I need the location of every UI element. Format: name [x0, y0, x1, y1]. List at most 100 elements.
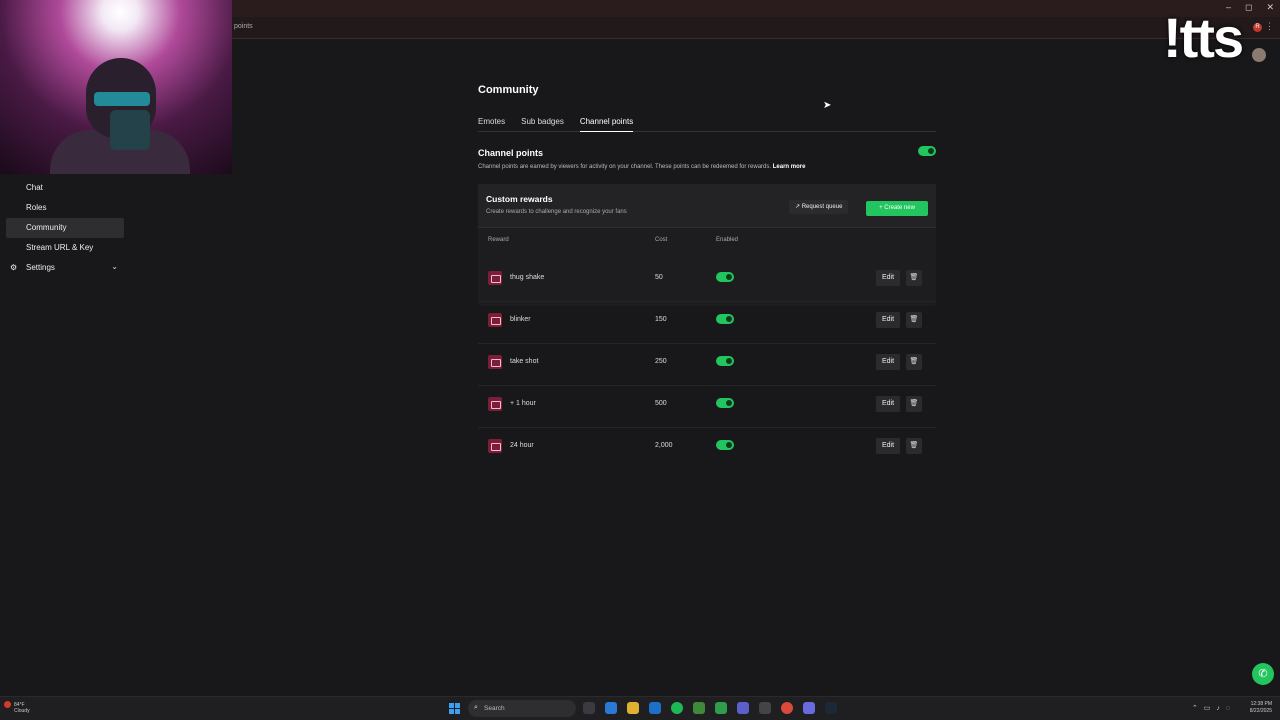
sidebar-item-label: Stream URL & Key [26, 243, 94, 252]
file-explorer-icon[interactable] [627, 702, 639, 714]
browser-menu-icon[interactable]: ⋮ [1265, 21, 1274, 32]
obs-icon[interactable] [759, 702, 771, 714]
reward-icon [488, 439, 502, 453]
reward-enabled-toggle[interactable] [716, 440, 734, 450]
reward-cost: 250 [655, 358, 667, 365]
close-window-button[interactable]: ✕ [1266, 2, 1274, 13]
reward-cost: 2,000 [655, 442, 673, 449]
sidebar-item-chat[interactable]: Chat [6, 178, 124, 198]
tab-emotes[interactable]: Emotes [478, 116, 505, 132]
reward-name: blinker [510, 316, 531, 323]
channel-points-description-text: Channel points are earned by viewers for… [478, 164, 772, 170]
reward-icon [488, 397, 502, 411]
weather-condition: Cloudy [14, 708, 30, 714]
external-link-icon: ↗ [795, 204, 801, 210]
trash-icon[interactable]: 🗑 [906, 396, 922, 412]
sidebar: Chat Roles Community Stream URL & Key ⚙ … [6, 178, 124, 278]
sidebar-item-community[interactable]: Community [6, 218, 124, 238]
reward-name: + 1 hour [510, 400, 536, 407]
weather-widget[interactable]: 84°F Cloudy [14, 702, 30, 714]
weather-icon[interactable] [4, 701, 11, 708]
custom-rewards-title: Custom rewards [486, 194, 553, 204]
table-row: take shot 250 Edit 🗑 [478, 344, 936, 386]
system-clock[interactable]: 12:38 PM 8/22/2025 [1250, 701, 1272, 715]
request-queue-label: Request queue [801, 204, 843, 210]
tab-channel-points[interactable]: Channel points [579, 116, 634, 132]
table-row: thug shake 50 Edit 🗑 [478, 260, 936, 302]
outlook-icon[interactable] [649, 702, 661, 714]
chrome-icon[interactable] [781, 702, 793, 714]
edit-button[interactable]: Edit [876, 396, 900, 412]
edge-icon[interactable] [605, 702, 617, 714]
search-placeholder: Search [484, 705, 505, 712]
table-row: + 1 hour 500 Edit 🗑 [478, 386, 936, 428]
clock-time: 12:38 PM [1250, 701, 1272, 707]
sidebar-item-label: Chat [26, 183, 43, 192]
learn-more-link[interactable]: Learn more [773, 164, 806, 170]
task-view-icon[interactable] [583, 702, 595, 714]
plus-icon: + [879, 205, 883, 211]
chevron-down-icon[interactable]: ⌄ [111, 262, 118, 271]
edit-button[interactable]: Edit [876, 270, 900, 286]
sidebar-item-label: Roles [26, 203, 47, 212]
trash-icon[interactable]: 🗑 [906, 270, 922, 286]
maximize-button[interactable]: ◻ [1245, 2, 1252, 13]
channel-points-description: Channel points are earned by viewers for… [478, 164, 918, 170]
profile-avatar[interactable] [1252, 48, 1266, 62]
tab-sub-badges[interactable]: Sub badges [521, 116, 564, 132]
trash-icon[interactable]: 🗑 [906, 312, 922, 328]
create-new-button[interactable]: + Create new [866, 201, 928, 216]
request-queue-button[interactable]: ↗ Request queue [789, 200, 849, 214]
reward-enabled-toggle[interactable] [716, 398, 734, 408]
sidebar-item-roles[interactable]: Roles [6, 198, 124, 218]
teams-icon[interactable] [737, 702, 749, 714]
taskbar-search-input[interactable]: ⌕ Search [468, 700, 576, 717]
channel-points-heading: Channel points [478, 148, 543, 158]
tts-watermark: !tts [1163, 6, 1244, 69]
create-new-label: Create new [884, 205, 915, 211]
column-header-cost: Cost [655, 237, 668, 243]
custom-rewards-header: Custom rewards Create rewards to challen… [478, 184, 936, 228]
reward-enabled-toggle[interactable] [716, 314, 734, 324]
page-title: Community [478, 84, 539, 96]
reward-cost: 500 [655, 400, 667, 407]
column-header-enabled: Enabled [716, 237, 739, 243]
system-tray-icons[interactable]: ⌃▭♪◌ [1192, 704, 1236, 712]
reward-cost: 50 [655, 274, 663, 281]
clock-date: 8/22/2025 [1249, 708, 1272, 714]
search-icon: ⌕ [474, 704, 478, 711]
windows-start-icon[interactable] [449, 703, 460, 714]
table-row: 24 hour 2,000 Edit 🗑 [478, 428, 936, 470]
gear-icon: ⚙ [10, 263, 18, 272]
trash-icon[interactable]: 🗑 [906, 438, 922, 454]
mouse-cursor-icon: ➤ [823, 100, 832, 111]
tab-bar: Emotes Sub badges Channel points [478, 116, 936, 132]
reward-name: take shot [510, 358, 539, 365]
spotify-icon[interactable] [671, 702, 683, 714]
discord-icon[interactable] [803, 702, 815, 714]
reward-name: 24 hour [510, 442, 534, 449]
edit-button[interactable]: Edit [876, 354, 900, 370]
reward-cost: 150 [655, 316, 667, 323]
steam-icon[interactable] [825, 702, 837, 714]
taskbar: 84°F Cloudy ⌕ Search ⌃▭♪◌ 12:38 PM 8/22/… [0, 696, 1280, 720]
edit-button[interactable]: Edit [876, 438, 900, 454]
channel-points-toggle[interactable] [918, 146, 936, 156]
table-row: blinker 150 Edit 🗑 [478, 302, 936, 344]
chat-bubble-icon[interactable]: ✆ [1252, 663, 1274, 685]
url-text: points [234, 23, 253, 30]
sidebar-item-settings[interactable]: ⚙ Settings ⌄ [6, 258, 124, 278]
trash-icon[interactable]: 🗑 [906, 354, 922, 370]
sidebar-item-label: Settings [26, 263, 55, 272]
sidebar-item-stream-url[interactable]: Stream URL & Key [6, 238, 124, 258]
sidebar-item-label: Community [26, 223, 67, 232]
edit-button[interactable]: Edit [876, 312, 900, 328]
reward-icon [488, 313, 502, 327]
xbox-icon[interactable] [715, 702, 727, 714]
minecraft-icon[interactable] [693, 702, 705, 714]
extension-badge-icon[interactable]: R [1253, 23, 1262, 32]
reward-enabled-toggle[interactable] [716, 272, 734, 282]
webcam-overlay [0, 0, 232, 174]
reward-icon [488, 271, 502, 285]
reward-enabled-toggle[interactable] [716, 356, 734, 366]
